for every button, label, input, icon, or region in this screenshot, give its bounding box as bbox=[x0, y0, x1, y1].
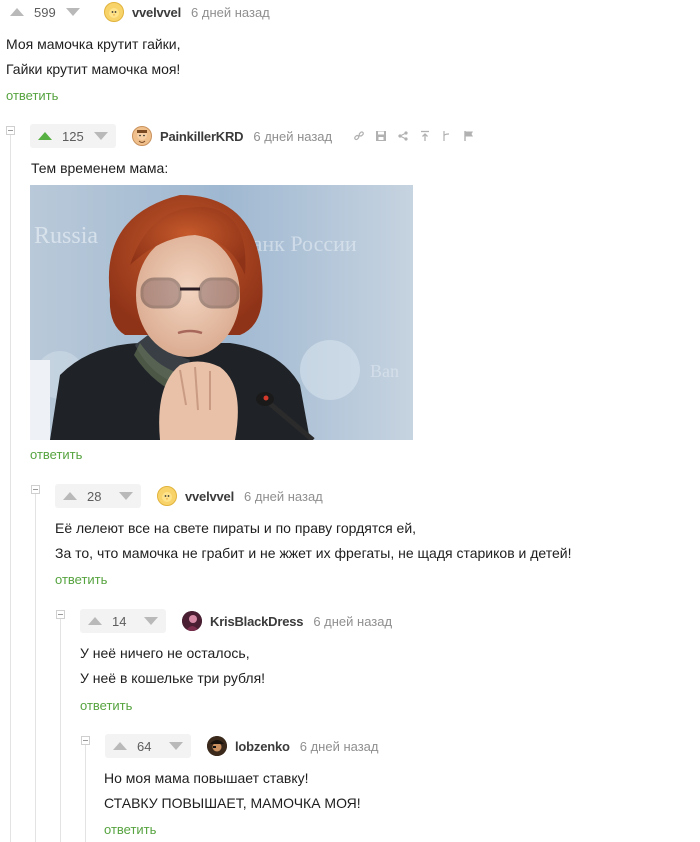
downvote-icon[interactable] bbox=[144, 617, 158, 625]
comment-header: 14 KrisBlackDress 6 дней назад bbox=[80, 609, 392, 633]
rating-box: 14 bbox=[80, 609, 166, 633]
downvote-icon[interactable] bbox=[94, 132, 108, 140]
rating-box: 28 bbox=[55, 484, 141, 508]
rating-count: 28 bbox=[87, 488, 102, 504]
upvote-icon[interactable] bbox=[38, 132, 52, 140]
upvote-icon[interactable] bbox=[113, 742, 127, 750]
downvote-icon[interactable] bbox=[66, 8, 80, 16]
chick-avatar[interactable] bbox=[157, 486, 177, 506]
reply-link[interactable]: ответить bbox=[30, 447, 82, 462]
reply-link[interactable]: ответить bbox=[55, 572, 107, 587]
chick-avatar[interactable] bbox=[104, 2, 124, 22]
downvote-icon[interactable] bbox=[169, 742, 183, 750]
timestamp[interactable]: 6 дней назад bbox=[244, 489, 323, 504]
comment-text-line: Моя мамочка крутит гайки, bbox=[6, 36, 181, 52]
comment-header: 599 vvelvvel 6 дней назад bbox=[4, 0, 270, 24]
rating-box: 125 bbox=[30, 124, 116, 148]
cartoon-avatar[interactable] bbox=[132, 126, 152, 146]
timestamp[interactable]: 6 дней назад bbox=[191, 5, 270, 20]
comment-photo[interactable]: Russia Банк России Ban bbox=[30, 185, 413, 440]
rating-count: 125 bbox=[62, 128, 84, 144]
upvote-icon[interactable] bbox=[88, 617, 102, 625]
reply-link[interactable]: ответить bbox=[104, 822, 156, 837]
save-icon[interactable] bbox=[374, 129, 388, 143]
thread-line-level-4 bbox=[85, 742, 86, 842]
comment-text-line: У неё ничего не осталось, bbox=[80, 645, 250, 661]
timestamp[interactable]: 6 дней назад bbox=[313, 614, 392, 629]
rating-count: 599 bbox=[34, 4, 56, 20]
collapse-toggle[interactable] bbox=[81, 736, 90, 745]
woman-portrait-image: Russia Банк России Ban bbox=[30, 185, 413, 440]
comment-header: 64 lobzenko 6 дней назад bbox=[105, 734, 379, 758]
timestamp[interactable]: 6 дней назад bbox=[253, 129, 332, 144]
comment-text-line: За то, что мамочка не грабит и не жжет и… bbox=[55, 545, 572, 561]
comment-text-line: Но моя мама повышает ставку! bbox=[104, 770, 309, 786]
rating-count: 64 bbox=[137, 738, 152, 754]
flag-icon[interactable] bbox=[462, 129, 476, 143]
rating-box: 64 bbox=[105, 734, 191, 758]
svg-text:Russia: Russia bbox=[34, 223, 98, 249]
collapse-toggle[interactable] bbox=[56, 610, 65, 619]
username[interactable]: KrisBlackDress bbox=[210, 614, 304, 629]
upvote-icon[interactable] bbox=[63, 492, 77, 500]
username[interactable]: vvelvvel bbox=[132, 5, 181, 20]
timestamp[interactable]: 6 дней назад bbox=[300, 739, 379, 754]
rating-count: 14 bbox=[112, 613, 127, 629]
thread-line-level-2 bbox=[35, 492, 36, 842]
reply-link[interactable]: ответить bbox=[80, 698, 132, 713]
thread-line-level-3 bbox=[60, 616, 61, 842]
share-icon[interactable] bbox=[396, 129, 410, 143]
comment-text-line: У неё в кошельке три рубля! bbox=[80, 670, 266, 686]
portrait-avatar[interactable] bbox=[182, 611, 202, 631]
upvote-icon[interactable] bbox=[10, 8, 24, 16]
link-icon[interactable] bbox=[352, 129, 366, 143]
comment-text-line: Тем временем мама: bbox=[31, 160, 169, 176]
reply-link[interactable]: ответить bbox=[6, 88, 58, 103]
comment-tools bbox=[344, 129, 476, 143]
username[interactable]: lobzenko bbox=[235, 739, 290, 754]
comment-text-line: Её лелеют все на свете пираты и по праву… bbox=[55, 520, 417, 536]
comment-text-line: Гайки крутит мамочка моя! bbox=[6, 61, 181, 77]
upload-icon[interactable] bbox=[418, 129, 432, 143]
rating-box: 599 bbox=[4, 0, 88, 24]
branch-icon[interactable] bbox=[440, 129, 454, 143]
downvote-icon[interactable] bbox=[119, 492, 133, 500]
pirate-avatar[interactable] bbox=[207, 736, 227, 756]
comment-text-line: СТАВКУ ПОВЫШАЕТ, МАМОЧКА МОЯ! bbox=[104, 795, 361, 811]
username[interactable]: PainkillerKRD bbox=[160, 129, 244, 144]
svg-text:Ban: Ban bbox=[370, 361, 399, 381]
username[interactable]: vvelvvel bbox=[185, 489, 234, 504]
thread-line-level-1 bbox=[10, 132, 11, 842]
collapse-toggle[interactable] bbox=[6, 126, 15, 135]
comment-header: 28 vvelvvel 6 дней назад bbox=[55, 484, 323, 508]
collapse-toggle[interactable] bbox=[31, 485, 40, 494]
comment-header: 125 PainkillerKRD 6 дней назад bbox=[30, 124, 476, 148]
